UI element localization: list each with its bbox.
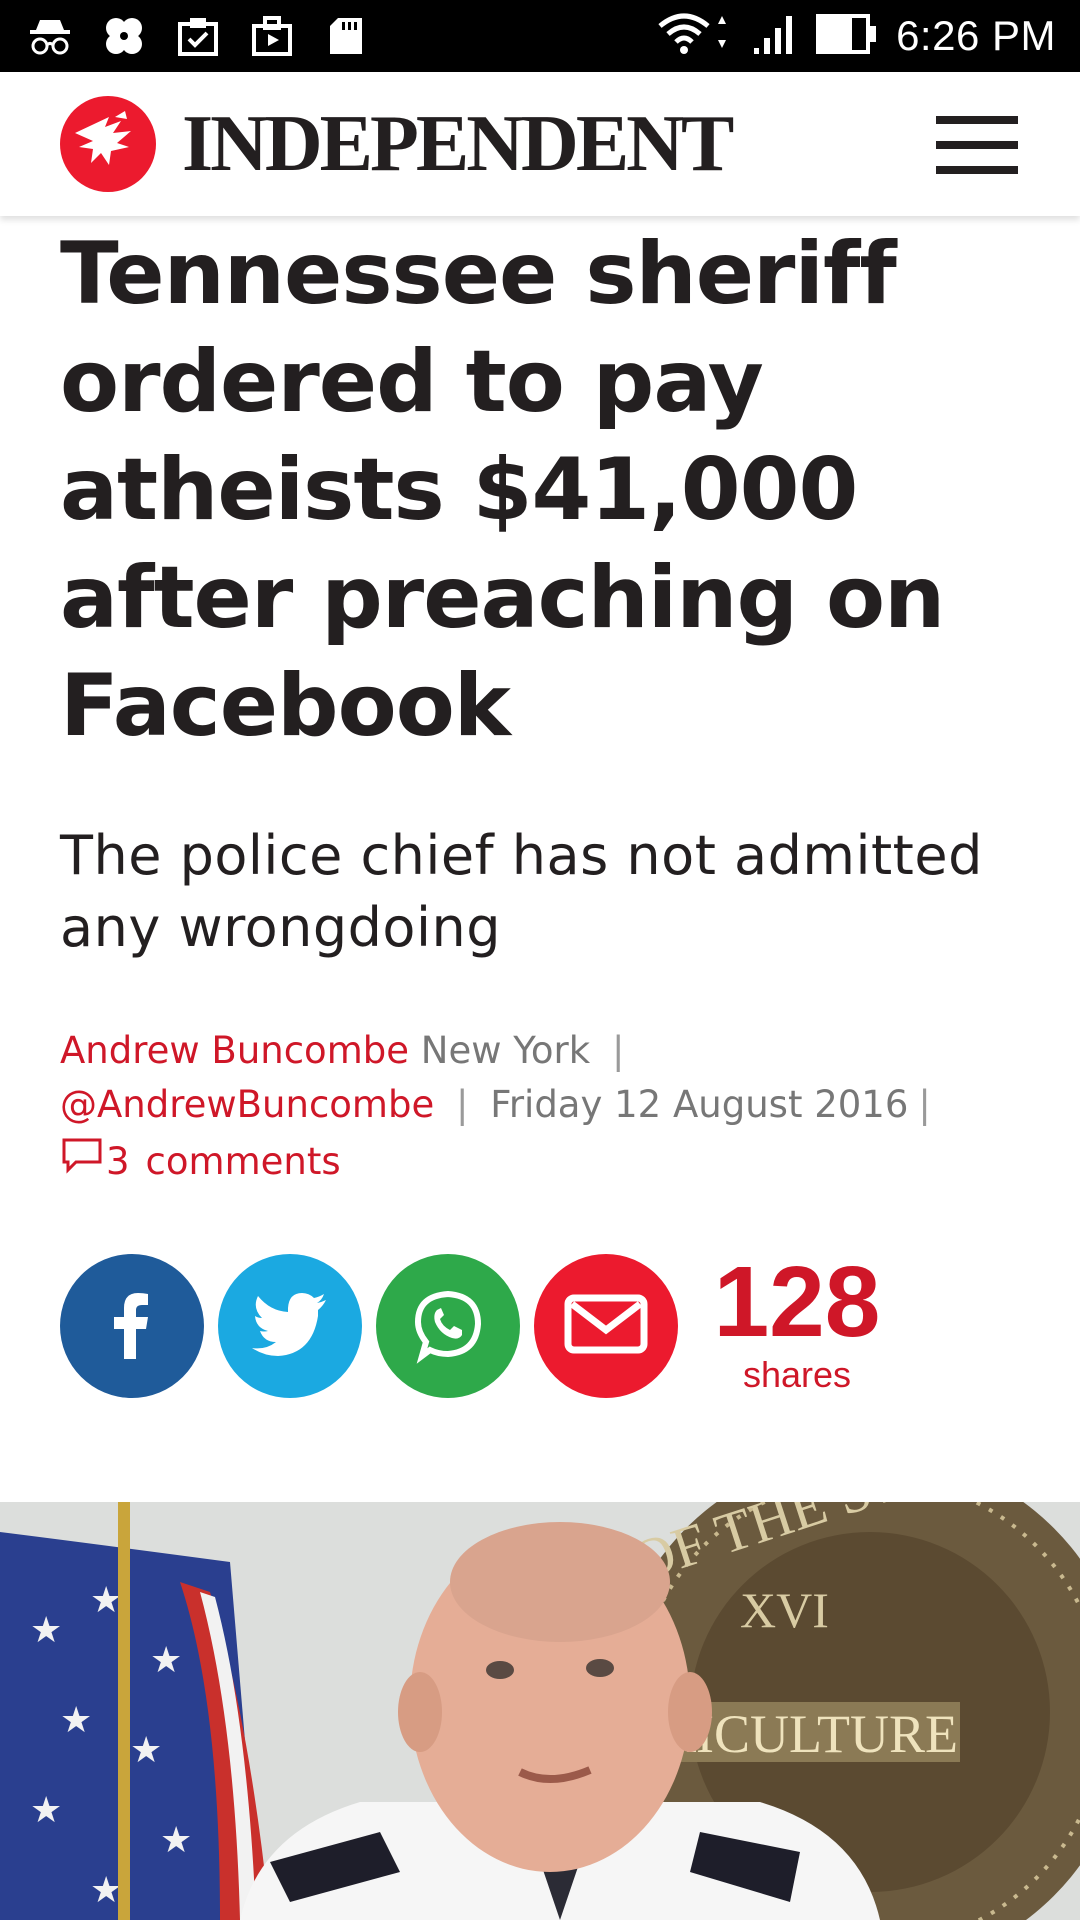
article-headline: Tennessee sheriff ordered to pay atheist… [60,224,945,756]
facebook-share-button[interactable] [60,1254,204,1398]
whatsapp-share-button[interactable] [376,1254,520,1398]
share-count-number: 128 [713,1246,881,1358]
svg-text:★: ★ [90,1870,122,1911]
twitter-share-button[interactable] [218,1254,362,1398]
article-standfirst: The police chief has not admitted any wr… [60,824,983,959]
divider: | [611,1029,625,1072]
clock: 6:26 PM [896,12,1056,59]
share-count: 128 shares [706,1252,888,1396]
svg-text:★: ★ [30,1610,62,1651]
incognito-icon [26,12,74,60]
clipboard-check-icon [174,12,222,60]
brand-name[interactable]: INDEPENDENT [182,102,734,186]
share-count-label: shares [742,1354,852,1395]
site-header: INDEPENDENT [0,72,1080,216]
briefcase-play-icon [248,12,296,60]
svg-text:★: ★ [60,1700,92,1741]
svg-text:★: ★ [160,1820,192,1861]
svg-text:★: ★ [150,1640,182,1681]
us-flag: ★ ★ ★ ★ ★ ★ ★ ★ [0,1502,270,1920]
sd-card-icon [322,12,370,60]
svg-text:★: ★ [30,1790,62,1831]
comments-label: comments [145,1140,341,1183]
byline-row-2: @AndrewBuncombe | Friday 12 August 2016 | [60,1078,1040,1132]
article-photo[interactable]: ★★ ★★ ★★ ★★ OF THE STATE OF TENNES XVI R… [0,1502,1080,1920]
twitter-icon [252,1292,328,1360]
author-link[interactable]: Andrew Buncombe [60,1029,409,1072]
notification-icons [26,10,370,62]
photo-illustration: ★★ ★★ ★★ ★★ OF THE STATE OF TENNES XVI R… [0,1502,1080,1920]
brand-logo[interactable] [60,96,156,192]
hamburger-menu-icon[interactable] [936,116,1018,174]
system-status: 6:26 PM [656,0,1056,72]
comments-link[interactable]: 3 comments [60,1132,1040,1189]
byline-row-1: Andrew Buncombe New York | [60,1024,1040,1078]
email-share-button[interactable] [534,1254,678,1398]
wifi-icon [656,10,732,62]
clover-icon [100,12,148,60]
publish-date: Friday 12 August 2016 [490,1083,909,1126]
signal-icon [750,10,798,62]
divider: | [456,1083,469,1126]
author-location: New York [420,1029,591,1072]
divider: | [918,1083,931,1126]
svg-text:★: ★ [90,1580,122,1621]
comments-count: 3 [106,1140,130,1183]
share-buttons [60,1254,678,1400]
byline: Andrew Buncombe New York | @AndrewBuncom… [60,1024,1040,1189]
svg-text:★: ★ [130,1730,162,1771]
battery-icon [816,10,878,62]
envelope-icon [564,1294,648,1358]
eagle-icon [69,103,147,185]
status-bar: 6:26 PM [0,0,1080,72]
facebook-icon [102,1289,162,1363]
whatsapp-icon [408,1284,488,1368]
seal-numeral: XVI [740,1582,829,1638]
comment-bubble-icon [60,1132,104,1189]
twitter-handle-link[interactable]: @AndrewBuncombe [60,1083,434,1126]
